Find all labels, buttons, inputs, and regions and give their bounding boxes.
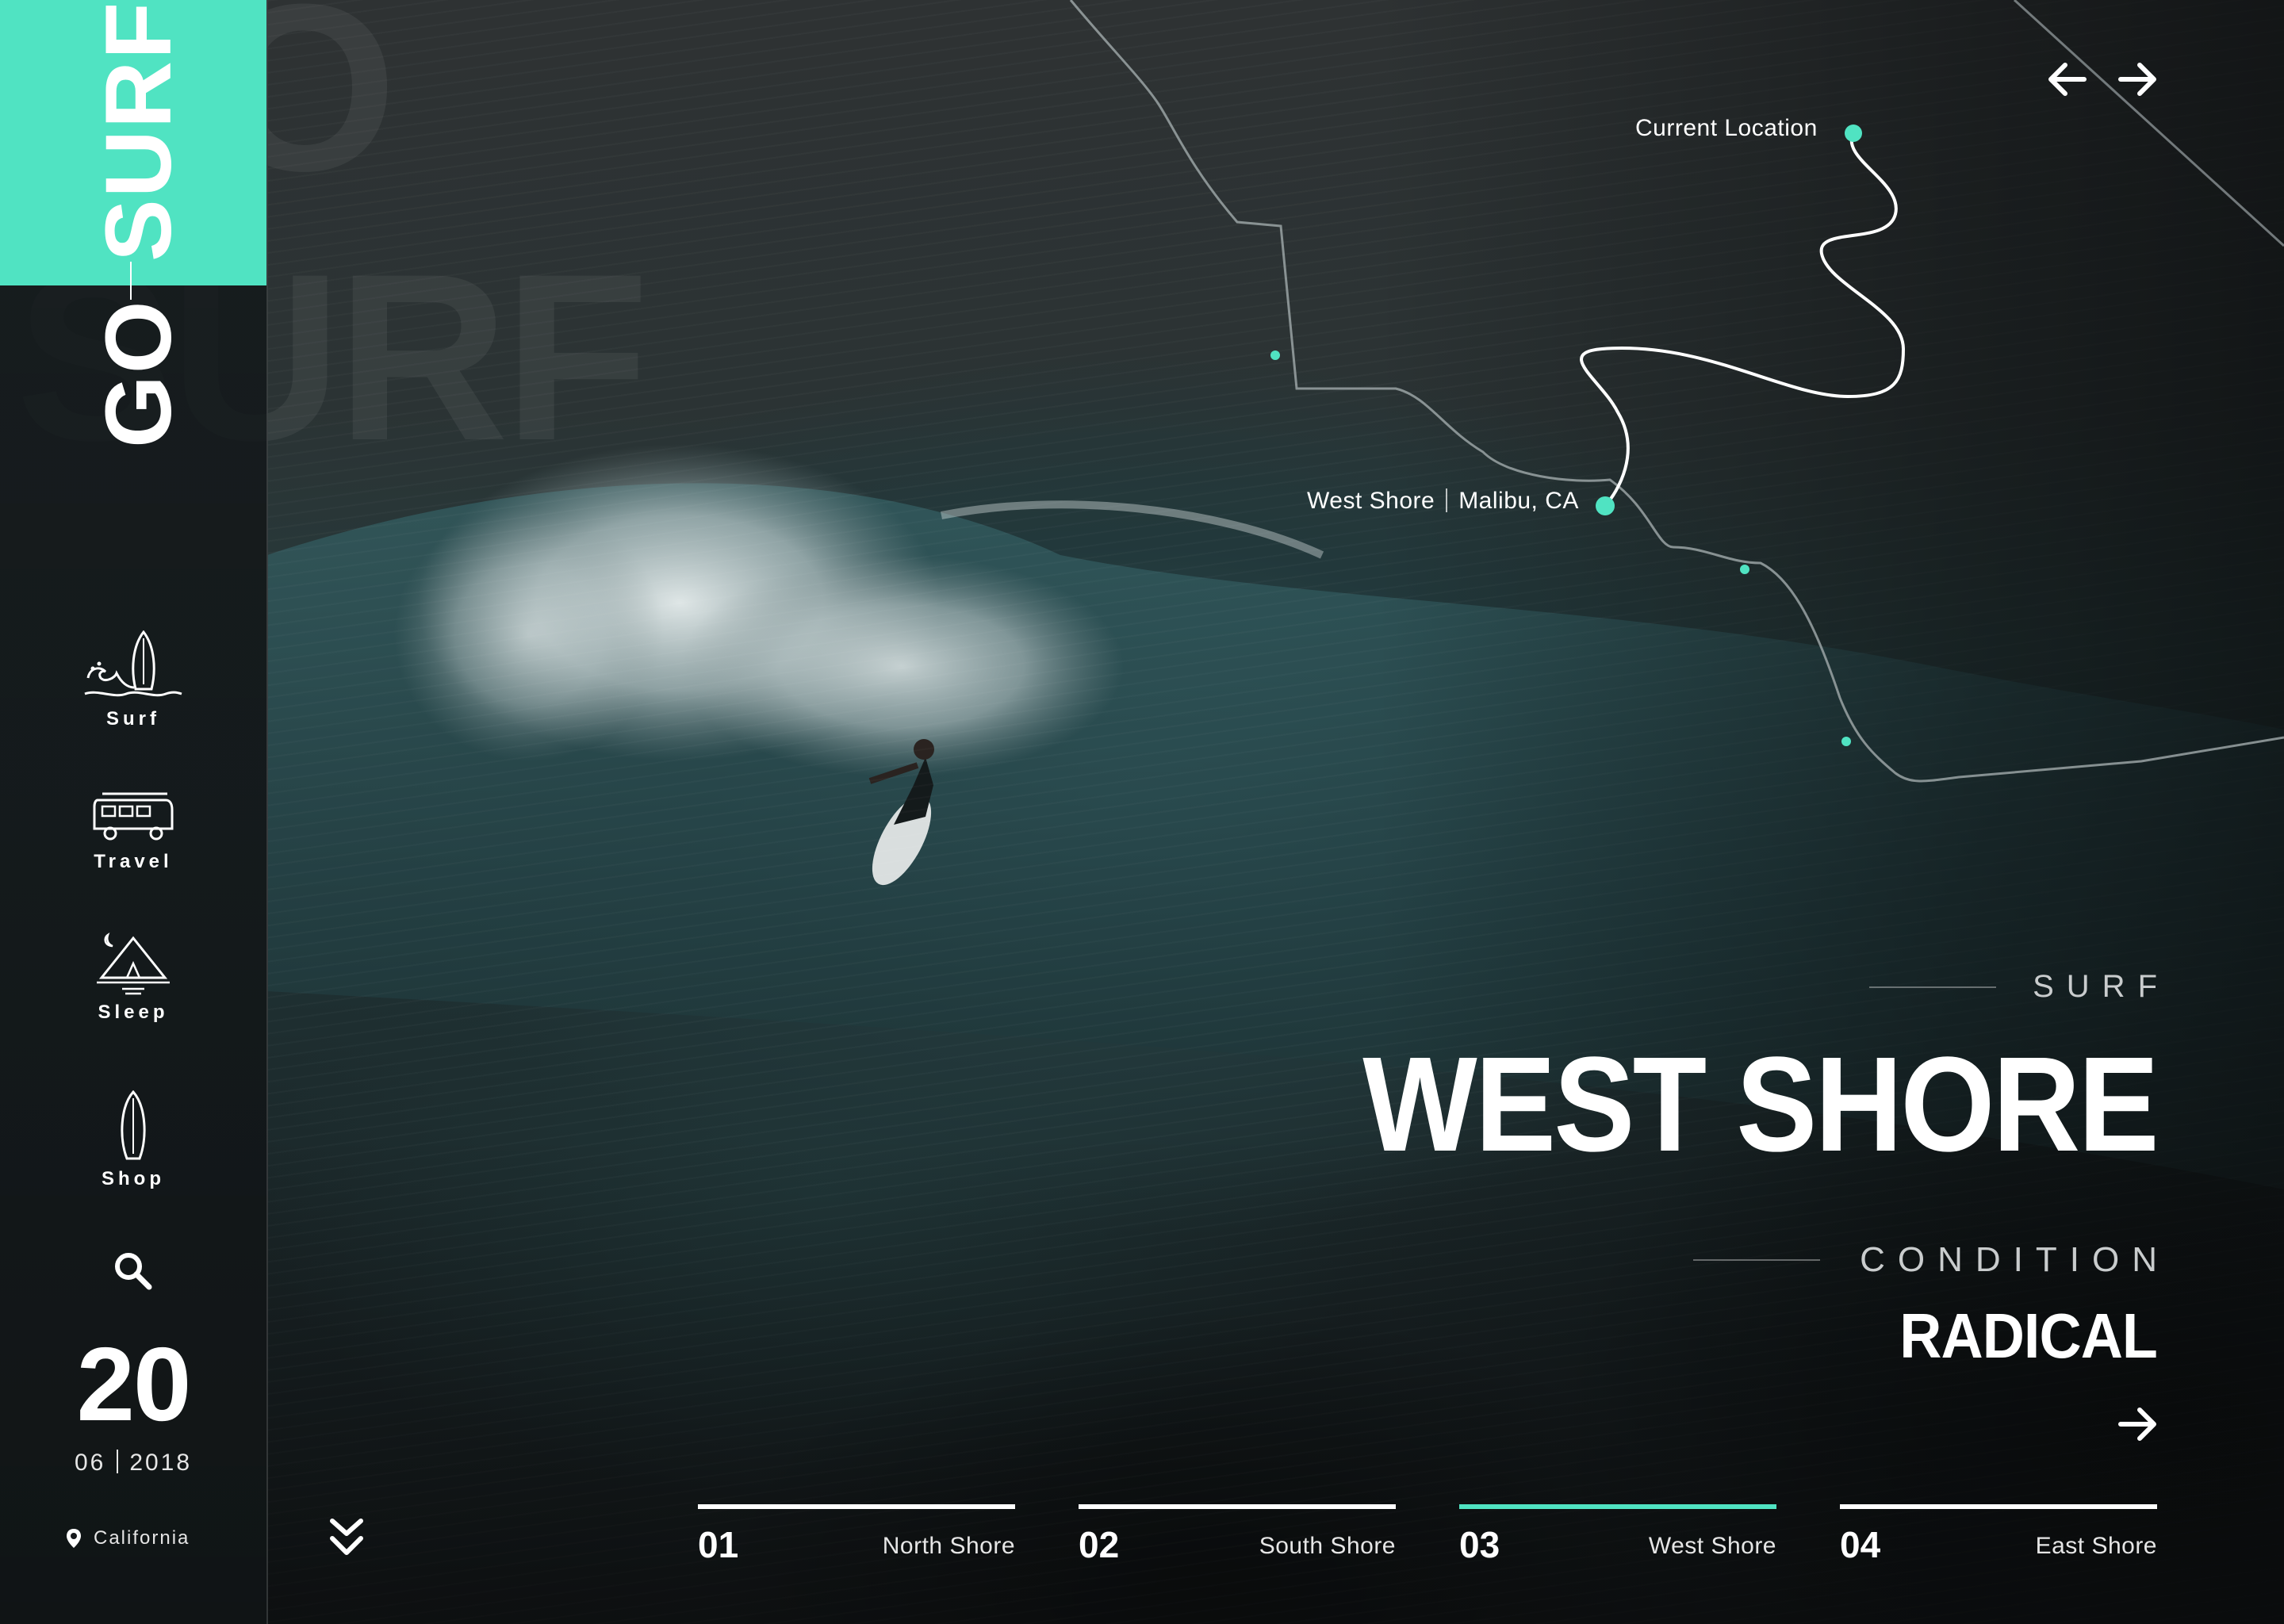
location-text: California <box>94 1527 190 1549</box>
spot-location-label[interactable]: West Shore Malibu, CA <box>1307 488 1579 515</box>
condition-rule <box>1693 1259 1821 1261</box>
current-location-label: Current Location <box>1635 115 1818 141</box>
tab-label: East Shore <box>2035 1533 2157 1559</box>
subtitle-rule <box>1869 986 1997 988</box>
van-icon <box>93 792 174 841</box>
nav-item-shop[interactable]: Shop <box>54 1090 213 1190</box>
condition-label: CONDITION <box>1860 1240 2170 1279</box>
tab-label: North Shore <box>882 1533 1015 1559</box>
spot-dot <box>1270 350 1280 360</box>
subtitle: SURF <box>2033 969 2170 1004</box>
tab-number: 03 <box>1459 1524 1500 1565</box>
nav-label-shop: Shop <box>102 1168 165 1189</box>
spot-place: Malibu, CA <box>1458 488 1579 514</box>
condition-row: CONDITION <box>1693 1240 2157 1280</box>
nav-label-travel: Travel <box>94 851 173 872</box>
nav-label-surf: Surf <box>106 708 160 730</box>
tab-south-shore[interactable]: 02 South Shore <box>1079 1504 1396 1572</box>
tab-east-shore[interactable]: 04 East Shore <box>1840 1504 2157 1572</box>
nav-item-travel[interactable]: Travel <box>54 789 213 873</box>
map-route-overlay <box>1069 0 2284 783</box>
tab-number: 04 <box>1840 1524 1881 1565</box>
tab-west-shore[interactable]: 03 West Shore <box>1459 1504 1776 1572</box>
condition-value: RADICAL <box>1899 1300 2158 1371</box>
tent-icon <box>97 932 170 995</box>
date-month-year: 06 2018 <box>0 1450 266 1477</box>
arrow-right-icon[interactable] <box>2116 57 2160 102</box>
page-title: WEST SHORE <box>1362 1029 2159 1180</box>
map-pin-icon <box>67 1529 81 1548</box>
spot-name: West Shore <box>1307 488 1435 514</box>
tab-label: South Shore <box>1259 1533 1396 1559</box>
nav-item-sleep[interactable]: Sleep <box>54 932 213 1024</box>
label-divider <box>1446 488 1448 512</box>
subtitle-row: SURF <box>1869 969 2157 1005</box>
nav-label-sleep: Sleep <box>98 1002 169 1023</box>
sidebar: SURF GO Surf Travel Sleep Shop 20 06 201… <box>0 0 268 1624</box>
logo-surf-text: SURF <box>86 0 191 262</box>
spot-dot <box>1740 565 1749 574</box>
logo-divider <box>130 262 132 300</box>
location-indicator[interactable]: California <box>65 1527 190 1549</box>
tab-number: 02 <box>1079 1524 1120 1565</box>
tab-north-shore[interactable]: 01 North Shore <box>698 1504 1015 1572</box>
date-year: 2018 <box>129 1450 193 1476</box>
current-location-marker <box>1845 124 1862 142</box>
tab-number: 01 <box>698 1524 739 1565</box>
route-path <box>1580 132 1906 508</box>
diagonal-line <box>2013 0 2284 247</box>
surfboard-icon <box>121 1090 146 1160</box>
surfboard-wave-icon <box>84 630 182 697</box>
search-icon[interactable] <box>111 1249 155 1293</box>
date-day: 20 <box>76 1326 192 1442</box>
spot-dot <box>1841 737 1851 746</box>
date-month: 06 <box>74 1450 106 1476</box>
arrow-right-icon[interactable] <box>2116 1402 2160 1446</box>
double-chevron-down-icon[interactable] <box>328 1516 366 1561</box>
tab-label: West Shore <box>1648 1533 1776 1559</box>
logo-go-text: GO <box>86 299 191 448</box>
nav-item-surf[interactable]: Surf <box>54 630 213 730</box>
arrow-left-icon[interactable] <box>2044 57 2089 102</box>
spot-marker-west-shore <box>1596 496 1615 515</box>
date-divider <box>117 1450 119 1473</box>
